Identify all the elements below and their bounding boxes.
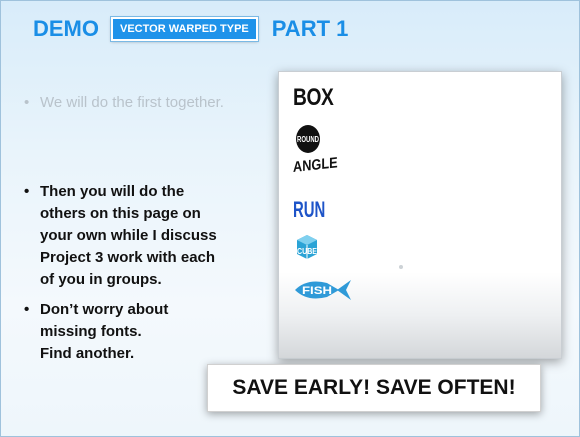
- warp-box-example: BOX: [293, 84, 334, 111]
- warp-round-text: ROUND: [297, 135, 319, 144]
- vector-warped-type-badge: VECTOR WARPED TYPE: [110, 16, 259, 42]
- center-dot: [399, 265, 403, 269]
- bullet-dot: •: [24, 94, 30, 111]
- instructions-bullet-list: • Then you will do the others on this pa…: [24, 181, 269, 373]
- bullet-line: Don’t worry about: [40, 301, 169, 318]
- bullet-line: Project 3 work with each: [40, 249, 216, 266]
- warp-cube-example: CUBE: [297, 235, 318, 259]
- bullet-line: Find another.: [40, 345, 135, 362]
- intro-bullet-list: • We will do the first together.: [24, 93, 274, 113]
- warp-fish-example: FISH: [295, 280, 351, 300]
- bullet-text: We will do the first together.: [40, 94, 224, 111]
- warped-type-examples-panel: BOX ROUND ANGLE RUN CUBE FISH: [278, 71, 562, 359]
- warp-angle-example: ANGLE: [293, 154, 338, 176]
- bullet-line: others on this page on: [40, 205, 201, 222]
- bullet-line: missing fonts.: [40, 323, 142, 340]
- bullet-line: Then you will do the: [40, 183, 185, 200]
- slide-header: DEMO VECTOR WARPED TYPE PART 1: [33, 15, 348, 43]
- bullet-line: your own while I discuss: [40, 227, 217, 244]
- bullet-dot: •: [24, 183, 30, 200]
- part-label: PART 1: [271, 16, 349, 41]
- list-item: • Don’t worry about missing fonts. Find …: [24, 299, 269, 365]
- warp-cube-text: CUBE: [297, 247, 318, 256]
- bullet-dot: •: [24, 301, 30, 318]
- demo-label: DEMO: [33, 16, 99, 41]
- warp-round-example: ROUND: [296, 125, 320, 153]
- warp-run-text: RUN: [293, 199, 325, 222]
- slide: DEMO VECTOR WARPED TYPE PART 1 • We will…: [0, 0, 580, 437]
- bullet-line: of you in groups.: [40, 271, 162, 288]
- warp-fish-text: FISH: [302, 285, 332, 297]
- list-item: • We will do the first together.: [24, 93, 274, 113]
- list-item: • Then you will do the others on this pa…: [24, 181, 269, 291]
- warp-run-example: RUN: [293, 199, 325, 222]
- save-reminder-banner: SAVE EARLY! SAVE OFTEN!: [207, 364, 541, 412]
